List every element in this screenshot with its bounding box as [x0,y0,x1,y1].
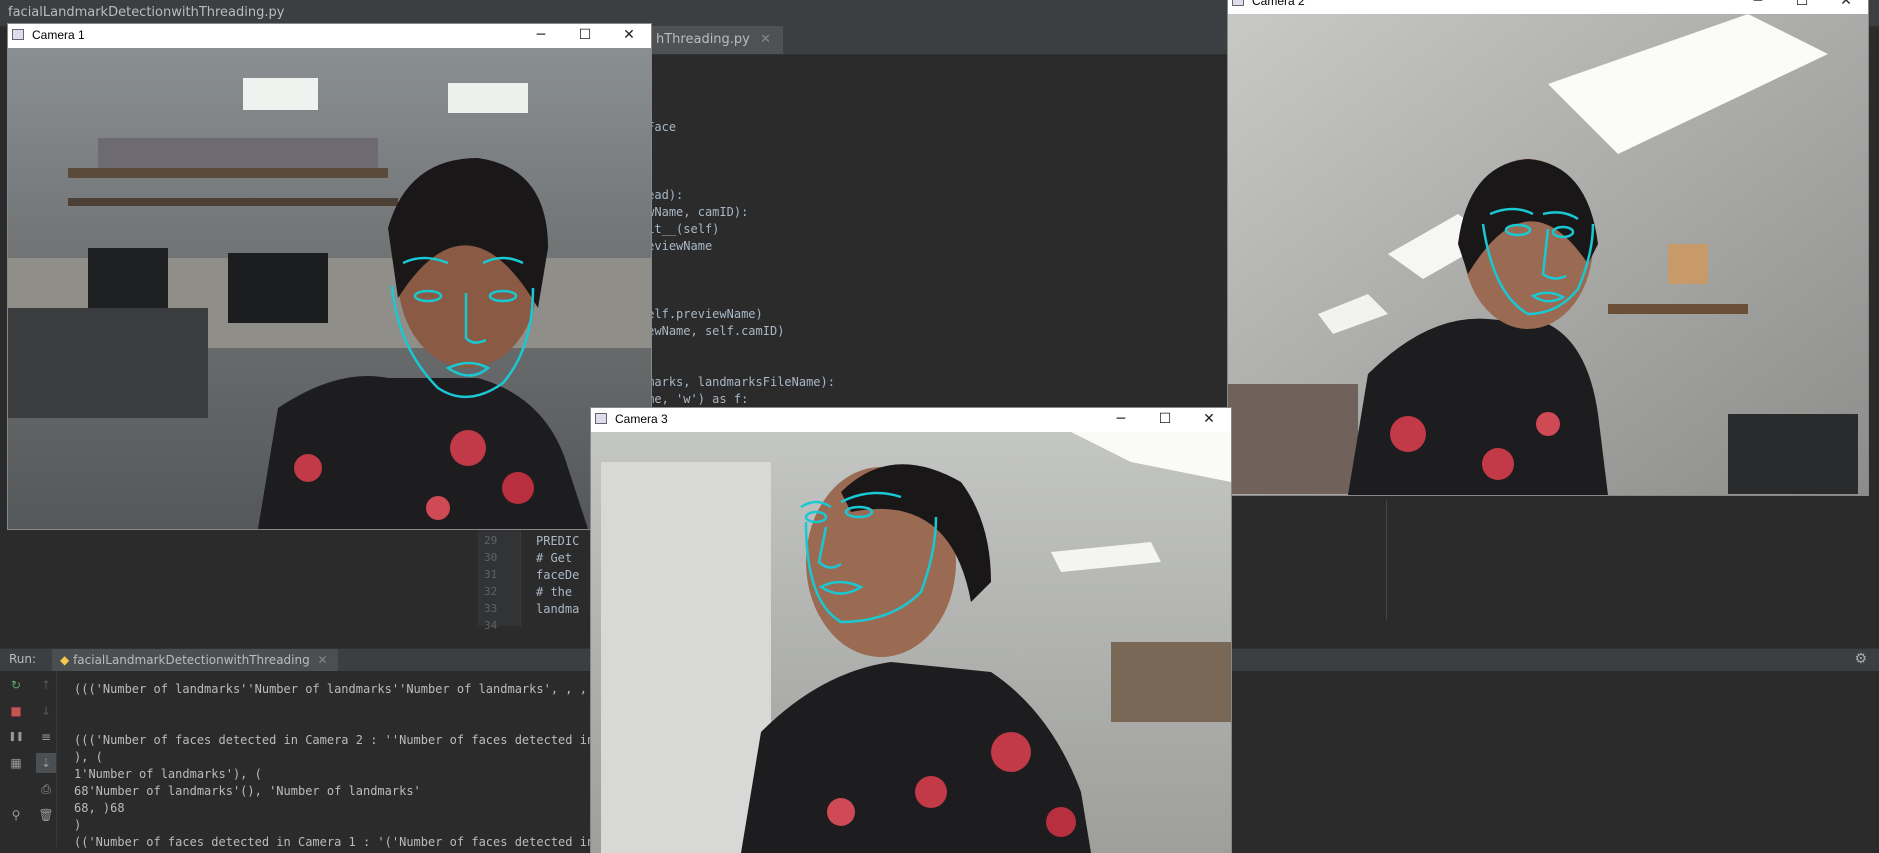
maximize-icon[interactable]: ☐ [1780,0,1824,14]
camera-3-window[interactable]: Camera 3 ─ ☐ ✕ [591,408,1231,853]
close-icon[interactable]: ✕ [1187,408,1231,432]
camera-3-feed [591,432,1231,853]
console-line: ((('Number of faces detected in Camera 2… [74,733,609,747]
code-line: faceDe [536,568,580,582]
camera-3-title: Camera 3 [615,412,668,426]
settings-icon[interactable]: ⚙ [1854,651,1867,667]
camera-2-window[interactable]: Camera 2 ─ ☐ ✕ [1228,0,1868,495]
console-line: ), ( [74,750,103,764]
stop-icon[interactable]: ■ [6,701,26,721]
console-line: 68, )68 [74,801,125,815]
editor-tab-label: hThreading.py [656,32,750,47]
camera-2-feed [1228,14,1868,495]
console-line: 68'Number of landmarks'(), 'Number of la… [74,784,421,798]
minimize-icon[interactable]: ─ [1736,0,1780,14]
code-line: PREDIC [536,534,580,548]
pause-icon[interactable]: ❚❚ [6,727,26,747]
camera-1-title-bar[interactable]: Camera 1 ─ ☐ ✕ [8,24,651,48]
console-line: (('Number of faces detected in Camera 1 … [74,835,609,849]
window-icon [595,413,607,424]
line-number: 30 [484,551,498,564]
camera-2-title: Camera 2 [1252,0,1305,8]
line-number: 29 [484,534,498,547]
tab-close-icon[interactable]: ✕ [760,32,771,47]
maximize-icon[interactable]: ☐ [563,24,607,48]
print-icon[interactable]: ⎙ [36,779,56,799]
close-icon[interactable]: ✕ [1824,0,1868,14]
camera-1-title: Camera 1 [32,28,85,42]
line-number: 31 [484,568,498,581]
maximize-icon[interactable]: ☐ [1143,408,1187,432]
console-line: ((('Number of landmarks''Number of landm… [74,682,609,696]
scroll-to-end-icon[interactable]: ⇣ [36,753,56,773]
code-line: # Get [536,551,573,565]
splitter [1386,500,1387,620]
close-icon[interactable]: ✕ [607,24,651,48]
layout-icon[interactable]: ▦ [6,753,26,773]
ide-title: facialLandmarkDetectionwithThreading.py [8,5,285,20]
window-icon [1232,0,1244,6]
code-line: # the [536,585,573,599]
pin-icon[interactable]: ⚲ [6,805,26,825]
editor-tab[interactable]: hThreading.py ✕ [648,26,783,54]
line-number: 32 [484,585,498,598]
camera-2-title-bar[interactable]: Camera 2 ─ ☐ ✕ [1228,0,1868,14]
line-gutter: 29 30 31 32 33 34 [478,530,521,632]
run-tab-label: facialLandmarkDetectionwithThreading [73,653,310,667]
camera-3-title-bar[interactable]: Camera 3 ─ ☐ ✕ [591,408,1231,432]
run-tab-close-icon[interactable]: ✕ [318,653,328,667]
camera-1-window[interactable]: Camera 1 ─ ☐ ✕ [8,24,651,529]
console-line: ) [74,818,82,832]
code-line: landma [536,602,580,616]
camera-1-feed [8,48,651,529]
line-number: 34 [484,619,498,632]
trash-icon[interactable]: 🗑 [36,805,56,825]
rerun-icon[interactable]: ↻ [6,675,26,695]
console-output: ((('Number of landmarks''Number of landm… [74,681,609,851]
up-icon[interactable]: ↑ [36,675,56,695]
console-line: 1'Number of landmarks'), ( [74,767,262,781]
soft-wrap-icon[interactable]: ≡ [36,727,56,747]
down-icon[interactable]: ↓ [36,701,56,721]
minimize-icon[interactable]: ─ [1099,408,1143,432]
run-label: Run: [9,652,37,666]
line-number: 33 [484,602,498,615]
run-tab[interactable]: ◆ facialLandmarkDetectionwithThreading ✕ [52,649,338,671]
minimize-icon[interactable]: ─ [519,24,563,48]
python-icon: ◆ [60,653,70,667]
console-toolbar: ↻ ↑ ■ ↓ ❚❚ ≡ ▦ ⇣ ⎙ ⚲ 🗑 [0,671,57,847]
window-icon [12,29,24,40]
